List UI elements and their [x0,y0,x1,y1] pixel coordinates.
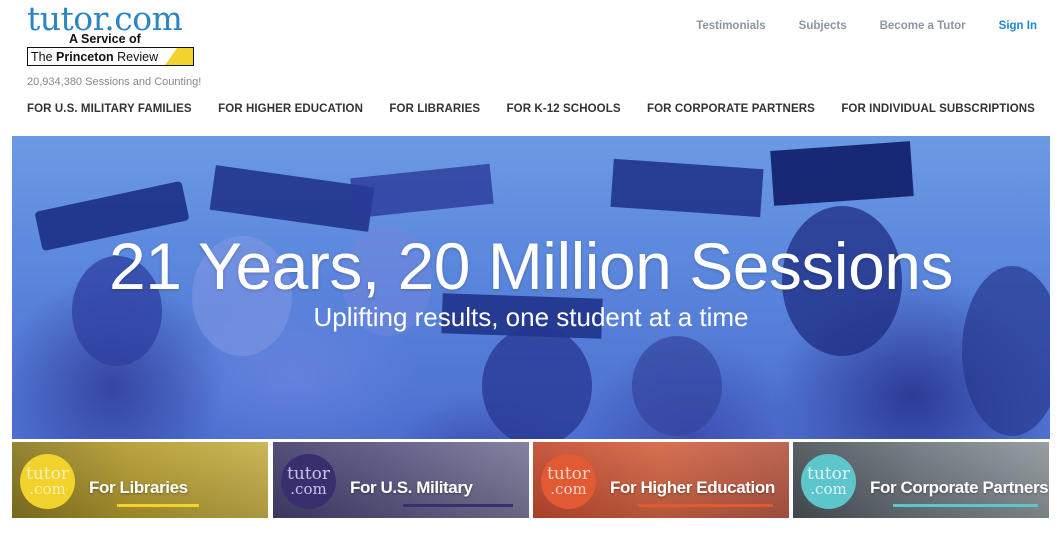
nav-higher-education[interactable]: FOR HIGHER EDUCATION [218,103,363,115]
sessions-counter: 20,934,380 Sessions and Counting! [27,76,202,88]
graduation-cap-shape [209,165,375,232]
graduate-figure [632,336,722,436]
tile-underline [403,504,513,507]
tile-label: For Higher Education [610,478,775,497]
tile-underline [893,504,1038,507]
princeton-review-logo: The Princeton Review [27,47,194,66]
tile-underline [638,504,773,507]
tutor-com-circle-logo: tutor .com [541,454,596,509]
tutor-com-circle-logo: tutor .com [801,454,856,509]
top-links: Testimonials Subjects Become a Tutor Sig… [663,20,1037,32]
tutor-com-logo: tutor.com [27,0,183,38]
tile-for-corporate-partners[interactable]: tutor .com For Corporate Partners [793,442,1049,518]
subjects-link[interactable]: Subjects [799,20,847,32]
logo[interactable]: tutor.com A Service of The Princeton Rev… [27,0,227,66]
tile-label: For U.S. Military [350,478,473,497]
tutor-com-circle-logo: tutor .com [281,454,336,509]
graduation-cap-shape [350,163,494,219]
tile-for-higher-education[interactable]: tutor .com For Higher Education [533,442,789,518]
tile-for-us-military[interactable]: tutor .com For U.S. Military [273,442,529,518]
princeton-review-accent [163,48,193,65]
graduate-figure [482,326,592,439]
become-tutor-link[interactable]: Become a Tutor [880,20,966,32]
hero-title: 21 Years, 20 Million Sessions [108,229,954,303]
graduation-cap-shape [610,158,764,218]
hero-banner: 21 Years, 20 Million Sessions Uplifting … [12,136,1050,439]
graduation-cap-shape [770,141,914,206]
nav-k12-schools[interactable]: FOR K-12 SCHOOLS [507,103,621,115]
hero-subtitle: Uplifting results, one student at a time [313,302,749,332]
tile-label: For Libraries [89,478,188,497]
tutor-com-circle-logo: tutor .com [20,454,75,509]
testimonials-link[interactable]: Testimonials [696,20,765,32]
nav-corporate-partners[interactable]: FOR CORPORATE PARTNERS [647,103,815,115]
tile-for-libraries[interactable]: tutor .com For Libraries [12,442,268,518]
tile-underline [117,504,199,507]
sign-in-link[interactable]: Sign In [999,20,1037,32]
main-nav: FOR U.S. MILITARY FAMILIES FOR HIGHER ED… [27,103,1035,115]
nav-military-families[interactable]: FOR U.S. MILITARY FAMILIES [27,103,192,115]
tile-label: For Corporate Partners [870,478,1049,497]
nav-libraries[interactable]: FOR LIBRARIES [389,103,480,115]
nav-individual-subscriptions[interactable]: FOR INDIVIDUAL SUBSCRIPTIONS [841,103,1035,115]
